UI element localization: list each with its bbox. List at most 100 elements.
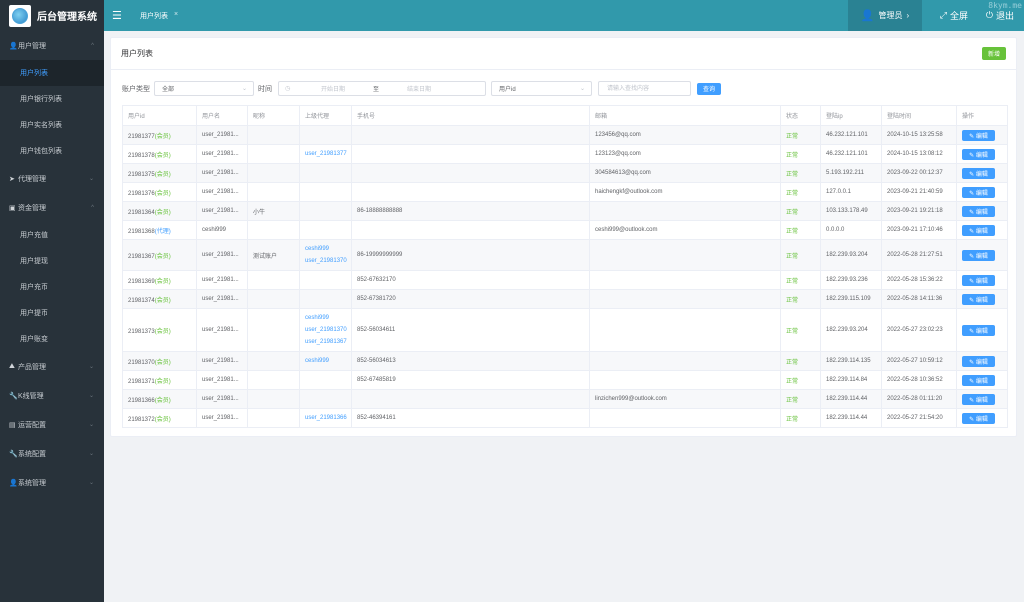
date-range-picker[interactable]: ◷ 开始日期 至 结束日期: [278, 81, 486, 96]
edit-button[interactable]: ✎ 编辑: [962, 224, 995, 236]
login-time-cell: 2023-09-22 00:12:37: [881, 163, 957, 183]
agent-link[interactable]: ceshi999: [305, 312, 346, 324]
sidebar-item[interactable]: 用户充币: [0, 274, 104, 300]
action-cell: ✎ 编辑: [956, 389, 1008, 409]
edit-button[interactable]: ✎ 编辑: [962, 205, 995, 217]
ip-cell: 103.133.178.49: [820, 201, 882, 221]
nickname-cell: 测试账户: [247, 239, 300, 271]
fullscreen-button[interactable]: ⤢ 全屏: [940, 0, 968, 31]
sidebar-item-label: 用户列表: [20, 70, 48, 77]
column-header: 登陆ip: [820, 105, 882, 126]
wrench-icon: 🔧: [9, 450, 18, 458]
sidebar-group-2[interactable]: ▣ 资金管理 ^: [0, 193, 104, 222]
status-cell: 正常: [780, 239, 821, 271]
edit-button[interactable]: ✎ 编辑: [962, 324, 995, 336]
chevron-down-icon: ⌄: [88, 451, 94, 457]
username-cell: ceshi999: [196, 220, 248, 240]
nickname-cell: 小牛: [247, 201, 300, 221]
edit-button[interactable]: ✎ 编辑: [962, 148, 995, 160]
status-cell: 正常: [780, 163, 821, 183]
sidebar-item[interactable]: 用户充值: [0, 222, 104, 248]
user-type: (会员): [154, 416, 171, 423]
sidebar-item[interactable]: 用户提币: [0, 300, 104, 326]
edit-button[interactable]: ✎ 编辑: [962, 355, 995, 367]
sidebar-item-label: 用户实名列表: [20, 122, 62, 129]
sidebar-group-label: K线管理: [18, 392, 44, 400]
table-row: 21981378(会员) user_21981... user_21981377…: [122, 144, 1008, 164]
table-row: 21981371(会员) user_21981... 852-67485819 …: [122, 370, 1008, 390]
agent-link[interactable]: ceshi999: [305, 355, 346, 367]
user-table: 用户id 用户名 昵称 上级代理 手机号 邮箱 状态 登陆ip 登陆时间 操作 21981377(…: [122, 105, 1008, 428]
agent-link[interactable]: user_21981366: [305, 412, 347, 424]
sidebar-item[interactable]: 用户银行列表: [0, 86, 104, 112]
menu-toggle-icon[interactable]: ☰: [112, 9, 126, 22]
sidebar: 后台管理系统 👤 用户管理 ^ 用户列表 用户银行列表 用户实名列表 用户钱包列表 ➤ 代理管理…: [0, 0, 104, 602]
agent-link[interactable]: user_21981377: [305, 148, 347, 160]
ip-cell: 182.239.93.236: [820, 270, 882, 290]
agent-link[interactable]: user_21981367: [305, 336, 347, 348]
close-icon[interactable]: ×: [174, 11, 178, 21]
ip-cell: 182.239.114.84: [820, 370, 882, 390]
account-type-select[interactable]: 全部 ⌄: [154, 81, 254, 96]
query-button[interactable]: 查询: [697, 82, 721, 95]
edit-button[interactable]: ✎ 编辑: [962, 249, 995, 261]
email-cell: 304584613@qq.com: [589, 163, 781, 183]
start-date-input[interactable]: 开始日期: [321, 84, 345, 93]
edit-button[interactable]: ✎ 编辑: [962, 186, 995, 198]
edit-button[interactable]: ✎ 编辑: [962, 167, 995, 179]
sidebar-group-5[interactable]: ▤ 运营配置 ⌄: [0, 410, 104, 439]
admin-menu[interactable]: 👤 管理员 ›: [848, 0, 922, 31]
username-cell: user_21981...: [196, 239, 248, 271]
sidebar-item[interactable]: 用户列表: [0, 60, 104, 86]
logout-label: 退出: [995, 11, 1014, 21]
username-cell: user_21981...: [196, 389, 248, 409]
agent-link[interactable]: ceshi999: [305, 243, 346, 255]
user-id: 21981377: [128, 133, 155, 140]
agent-link[interactable]: user_21981370: [305, 324, 347, 336]
sidebar-item[interactable]: 用户钱包列表: [0, 138, 104, 164]
power-icon: ⏻: [985, 10, 993, 20]
column-header: 手机号: [351, 105, 590, 126]
sidebar-group-1[interactable]: ➤ 代理管理 ⌄: [0, 164, 104, 193]
sidebar-group-label: 系统配置: [18, 450, 46, 458]
phone-cell: 852-56034611: [351, 308, 590, 352]
nickname-cell: [247, 351, 300, 371]
search-input[interactable]: [598, 81, 691, 96]
sidebar-group-label: 系统管理: [18, 479, 46, 487]
table-row: 21981377(会员) user_21981... 123456@qq.com…: [122, 125, 1008, 145]
sidebar-group-6[interactable]: 🔧 系统配置 ⌄: [0, 439, 104, 468]
add-button[interactable]: 新增: [982, 47, 1006, 60]
user-id: 21981369: [128, 278, 155, 285]
search-field-select[interactable]: 用户id ⌄: [491, 81, 592, 96]
tab-user-list[interactable]: 用户列表 ×: [140, 11, 178, 21]
sidebar-item[interactable]: 用户提现: [0, 248, 104, 274]
user-id: 21981370: [128, 359, 155, 366]
sidebar-group-4[interactable]: 🔧 K线管理 ⌄: [0, 381, 104, 410]
chevron-down-icon: ⌄: [88, 422, 94, 428]
table-row: 21981373(会员) user_21981... ceshi999 user_…: [122, 308, 1008, 352]
edit-button[interactable]: ✎ 编辑: [962, 293, 995, 305]
edit-button[interactable]: ✎ 编辑: [962, 412, 995, 424]
sidebar-group-0[interactable]: 👤 用户管理 ^: [0, 31, 104, 60]
edit-button[interactable]: ✎ 编辑: [962, 374, 995, 386]
table-row: 21981368(代理) ceshi999 ceshi999@outlook.c…: [122, 220, 1008, 240]
edit-label: 编辑: [975, 378, 988, 385]
sidebar-item[interactable]: 用户账变: [0, 326, 104, 352]
edit-button[interactable]: ✎ 编辑: [962, 393, 995, 405]
edit-label: 编辑: [975, 297, 988, 304]
end-date-input[interactable]: 结束日期: [407, 84, 431, 93]
sidebar-item[interactable]: 用户实名列表: [0, 112, 104, 138]
phone-cell: [351, 163, 590, 183]
sidebar-group-7[interactable]: 👤 系统管理 ⌄: [0, 468, 104, 497]
edit-button[interactable]: ✎ 编辑: [962, 274, 995, 286]
sidebar-group-3[interactable]: ⛰ 产品管理 ⌄: [0, 352, 104, 381]
action-cell: ✎ 编辑: [956, 370, 1008, 390]
agent-cell: [299, 125, 352, 145]
user-id: 21981373: [128, 328, 155, 335]
edit-button[interactable]: ✎ 编辑: [962, 129, 995, 141]
agent-link[interactable]: user_21981370: [305, 255, 347, 267]
ip-cell: 46.232.121.101: [820, 144, 882, 164]
email-cell: haichengkf@outlook.com: [589, 182, 781, 202]
edit-label: 编辑: [975, 416, 988, 423]
ip-cell: 182.239.93.204: [820, 239, 882, 271]
